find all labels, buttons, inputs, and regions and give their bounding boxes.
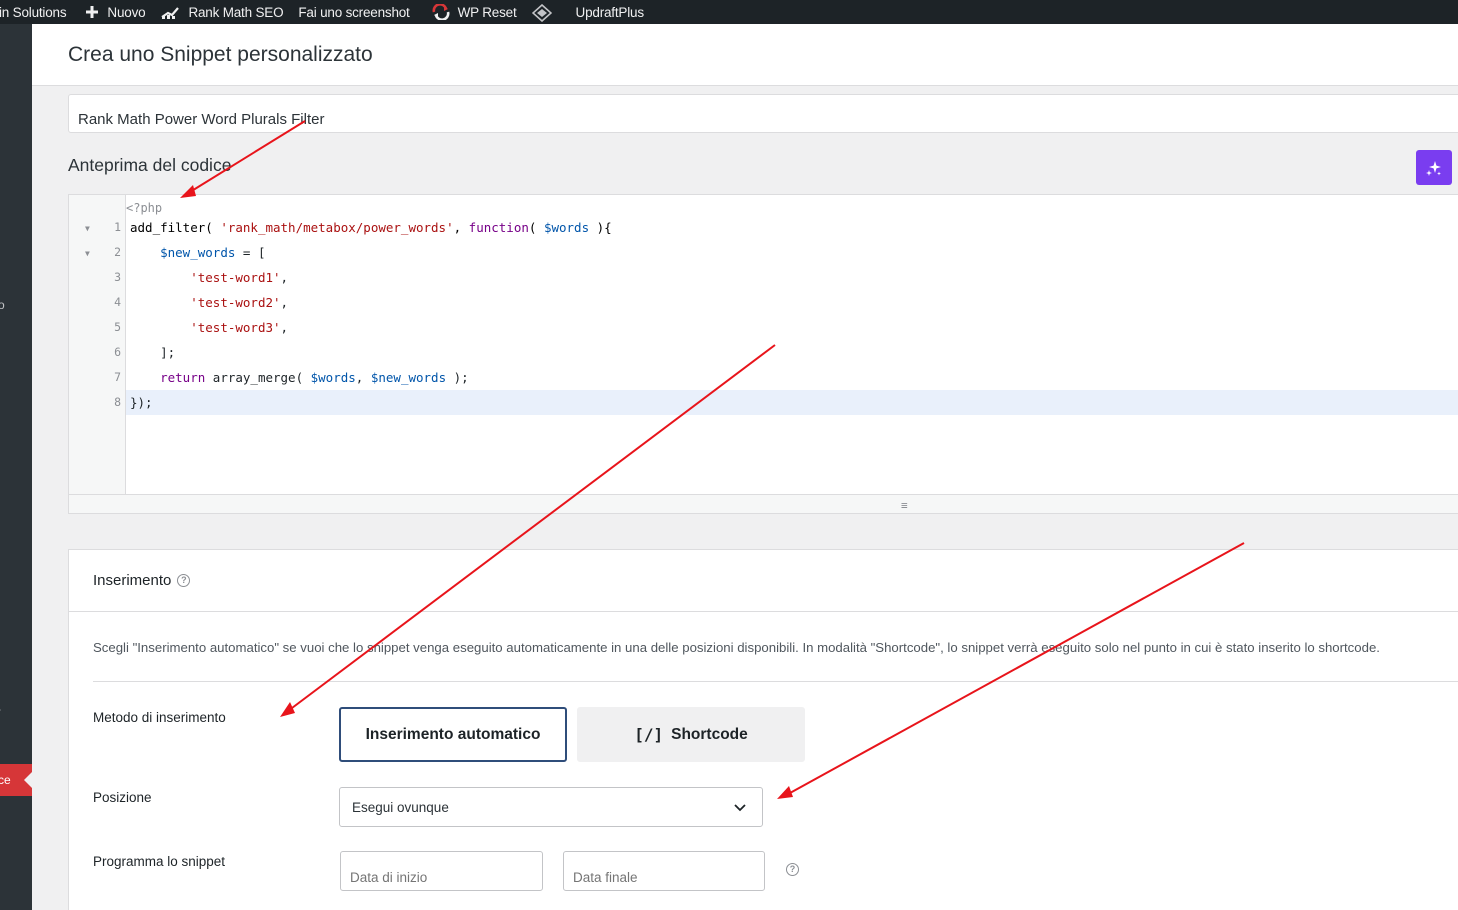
- auto-insert-label: Inserimento automatico: [365, 725, 541, 743]
- insertion-panel-header: Inserimento ?: [69, 550, 1458, 612]
- start-date-input[interactable]: [340, 851, 543, 891]
- admin-bar-screenshot[interactable]: Fai uno screenshot: [298, 0, 409, 24]
- admin-bar-diamond[interactable]: [531, 0, 559, 24]
- line-number: 5: [114, 320, 121, 334]
- insertion-panel: Inserimento ? Scegli "Inserimento automa…: [68, 549, 1458, 910]
- editor-resize-bar[interactable]: ≡: [69, 494, 1458, 513]
- wp-reset-icon: [431, 3, 451, 21]
- fold-arrow-icon[interactable]: ▼: [85, 241, 90, 266]
- admin-bar-wp-reset-label: WP Reset: [457, 4, 517, 20]
- ai-generate-button[interactable]: [1416, 150, 1452, 185]
- page-header: Crea uno Snippet personalizzato: [32, 24, 1458, 86]
- admin-bar-updraftplus-label: UpdraftPlus: [575, 4, 645, 20]
- php-open-tag: <?php: [126, 201, 163, 215]
- code-line[interactable]: 'test-word3',: [126, 315, 1458, 340]
- line-number: 4: [114, 295, 121, 309]
- admin-bar-new-label: Nuovo: [107, 4, 146, 20]
- insertion-description: Scegli "Inserimento automatico" se vuoi …: [93, 640, 1380, 655]
- resize-handle-icon[interactable]: ≡: [901, 499, 908, 512]
- insertion-panel-title-wrap: Inserimento ?: [93, 572, 191, 589]
- shortcode-label: Shortcode: [671, 725, 748, 743]
- code-preview-label: Anteprima del codice: [68, 155, 232, 175]
- snippet-title-input[interactable]: [68, 94, 1458, 133]
- side-menu-active-notch: [24, 772, 32, 788]
- admin-bar-screenshot-label: Fai uno screenshot: [298, 4, 410, 20]
- admin-bar-new[interactable]: Nuovo: [84, 0, 146, 24]
- code-line[interactable]: 'test-word2',: [126, 290, 1458, 315]
- position-select-value: Esegui ovunque: [352, 800, 449, 815]
- position-label: Posizione: [93, 790, 152, 805]
- admin-bar-rank-math[interactable]: Rank Math SEO: [161, 0, 284, 24]
- plus-icon: [84, 4, 100, 20]
- fold-arrow-icon[interactable]: ▼: [85, 216, 90, 241]
- help-icon[interactable]: ?: [177, 574, 191, 587]
- code-line[interactable]: return array_merge( $words, $new_words )…: [126, 365, 1458, 390]
- admin-bar-rank-math-label: Rank Math SEO: [188, 4, 284, 20]
- side-menu-glyph-a[interactable]: o: [0, 298, 5, 312]
- admin-bar-site-label: in Solutions: [0, 4, 67, 20]
- admin-bar-wp-reset[interactable]: WP Reset: [431, 0, 517, 24]
- line-number: 1: [114, 220, 121, 234]
- end-date-input[interactable]: [563, 851, 765, 891]
- schedule-label: Programma lo snippet: [93, 854, 226, 869]
- line-number: 7: [114, 370, 121, 384]
- admin-bar: in Solutions Nuovo Rank Math SEO Fai uno…: [0, 0, 1458, 24]
- insertion-method-label: Metodo di inserimento: [93, 710, 226, 725]
- admin-side-menu: o - ce: [0, 24, 32, 910]
- code-line[interactable]: ];: [126, 340, 1458, 365]
- shortcode-button[interactable]: [/] Shortcode: [577, 707, 805, 762]
- divider: [93, 681, 1458, 682]
- code-line[interactable]: add_filter( 'rank_math/metabox/power_wor…: [126, 215, 1458, 240]
- admin-bar-site-name[interactable]: in Solutions: [0, 0, 67, 24]
- sparkle-icon: [1426, 160, 1441, 176]
- position-select[interactable]: Esegui ovunque: [339, 787, 763, 827]
- insertion-panel-title: Inserimento: [93, 572, 172, 589]
- auto-insert-button[interactable]: Inserimento automatico: [339, 707, 567, 762]
- code-line-active[interactable]: });: [126, 390, 1458, 415]
- line-number: 8: [114, 395, 121, 409]
- page-title: Crea uno Snippet personalizzato: [68, 43, 373, 66]
- side-menu-active-label: ce: [0, 773, 11, 787]
- side-menu-glyph-b[interactable]: -: [0, 702, 1, 716]
- admin-bar-updraftplus[interactable]: UpdraftPlus: [575, 0, 645, 24]
- code-line[interactable]: 'test-word1',: [126, 265, 1458, 290]
- line-number: 2: [114, 245, 121, 259]
- code-editor[interactable]: <?php ▼ 1 add_filter( 'rank_math/metabox…: [68, 194, 1458, 514]
- shortcode-icon: [/]: [634, 725, 664, 744]
- schedule-help-icon[interactable]: ?: [786, 863, 799, 876]
- rank-math-icon: [161, 4, 181, 20]
- code-line[interactable]: $new_words = [: [126, 240, 1458, 265]
- diamond-icon: [531, 3, 552, 23]
- line-number: 3: [114, 270, 121, 284]
- line-number: 6: [114, 345, 121, 359]
- chevron-down-icon: [734, 804, 746, 812]
